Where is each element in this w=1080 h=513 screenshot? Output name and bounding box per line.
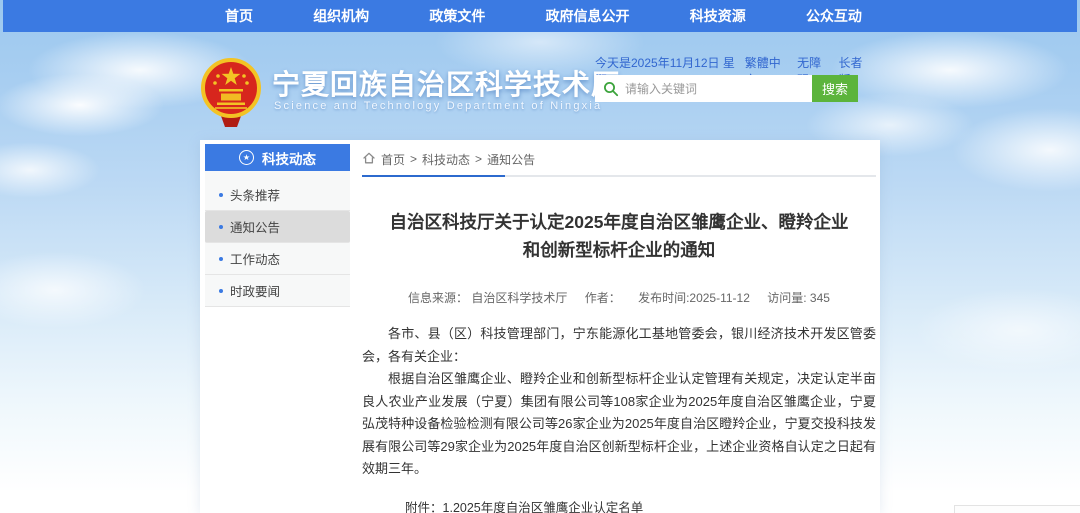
article-title-line2: 和创新型标杆企业的通知 [362,236,876,264]
national-emblem-logo [198,56,264,130]
sidebar-item-current-politics[interactable]: 时政要闻 [205,275,350,307]
site-title: 宁夏回族自治区科学技术厅 [272,63,620,103]
attachments: 附件： 1.2025年度自治区雏鹰企业认定名单 2.2025年度自治区瞪羚企业认… [405,497,876,513]
sidebar-title: 科技动态 [262,148,316,168]
breadcrumb: 首页 > 科技动态 > 通知公告 [362,150,876,168]
meta-source: 信息来源： 自治区科学技术厅 [408,291,567,305]
article-title: 自治区科技厅关于认定2025年度自治区雏鹰企业、瞪羚企业 和创新型标杆企业的通知 [362,208,876,264]
meta-author: 作者： [585,291,621,305]
search-bar: 搜索 [595,75,858,102]
sidebar: 科技动态 头条推荐 通知公告 工作动态 时政要闻 [205,144,350,307]
article-paragraph: 各市、县（区）科技管理部门，宁东能源化工基地管委会，银川经济技术开发区管委会，各… [362,323,876,368]
meta-publish-time: 发布时间:2025-11-12 [638,291,750,305]
breadcrumb-tech-dynamics[interactable]: 科技动态 [422,151,470,168]
nav-item-gov-info-disclosure[interactable]: 政府信息公开 [546,6,630,26]
star-circle-icon [239,150,254,165]
bullet-icon [219,225,223,229]
breadcrumb-divider-accent [362,175,505,177]
nav-item-policy-documents[interactable]: 政策文件 [429,6,485,26]
breadcrumb-separator: > [410,152,417,166]
sidebar-item-label: 工作动态 [230,249,280,268]
attachment-list: 1.2025年度自治区雏鹰企业认定名单 2.2025年度自治区瞪羚企业认定名单 … [443,497,681,513]
breadcrumb-separator: > [475,152,482,166]
sidebar-item-label: 头条推荐 [230,185,280,204]
article-body: 各市、县（区）科技管理部门，宁东能源化工基地管委会，银川经济技术开发区管委会，各… [362,323,876,481]
home-icon [362,151,376,168]
breadcrumb-notices[interactable]: 通知公告 [487,151,535,168]
nav-item-tech-resources[interactable]: 科技资源 [690,6,746,26]
search-icon [603,81,619,102]
bullet-icon [219,257,223,261]
sidebar-header: 科技动态 [205,144,350,171]
bullet-icon [219,193,223,197]
article-title-line1: 自治区科技厅关于认定2025年度自治区雏鹰企业、瞪羚企业 [362,208,876,236]
content-panel: 科技动态 头条推荐 通知公告 工作动态 时政要闻 [200,140,880,513]
bullet-icon [219,289,223,293]
attachments-label: 附件： [405,497,443,513]
nav-item-public-interaction[interactable]: 公众互动 [806,6,862,26]
article-paragraph: 根据自治区雏鹰企业、瞪羚企业和创新型标杆企业认定管理有关规定，决定认定半亩良人农… [362,368,876,481]
sidebar-item-label: 时政要闻 [230,281,280,300]
article-meta: 信息来源： 自治区科学技术厅 作者： 发布时间:2025-11-12 访问量: … [362,289,876,306]
meta-views: 访问量: 345 [767,291,830,305]
breadcrumb-home[interactable]: 首页 [381,151,405,168]
breadcrumb-divider [362,175,876,177]
sidebar-menu: 头条推荐 通知公告 工作动态 时政要闻 [205,171,350,307]
sidebar-item-label: 通知公告 [230,217,280,236]
nav-item-organization[interactable]: 组织机构 [313,6,369,26]
sidebar-item-work-dynamics[interactable]: 工作动态 [205,243,350,275]
attachment-item-1[interactable]: 1.2025年度自治区雏鹰企业认定名单 [443,497,681,513]
article: 首页 > 科技动态 > 通知公告 自治区科技厅关于认定2025年度自治区雏鹰企业… [362,150,876,513]
nav-item-home[interactable]: 首页 [225,6,253,26]
sidebar-item-headlines[interactable]: 头条推荐 [205,179,350,211]
search-input[interactable] [595,75,812,102]
page: 首页 组织机构 政策文件 政府信息公开 科技资源 公众互动 宁夏回族自治区科学技… [0,0,1080,513]
site-subtitle: Science and Technology Department of Nin… [274,100,602,112]
sidebar-item-notices[interactable]: 通知公告 [205,211,350,243]
search-button[interactable]: 搜索 [812,75,858,102]
top-nav: 首页 组织机构 政策文件 政府信息公开 科技资源 公众互动 [3,0,1077,32]
corner-widget-edge [954,505,1080,513]
